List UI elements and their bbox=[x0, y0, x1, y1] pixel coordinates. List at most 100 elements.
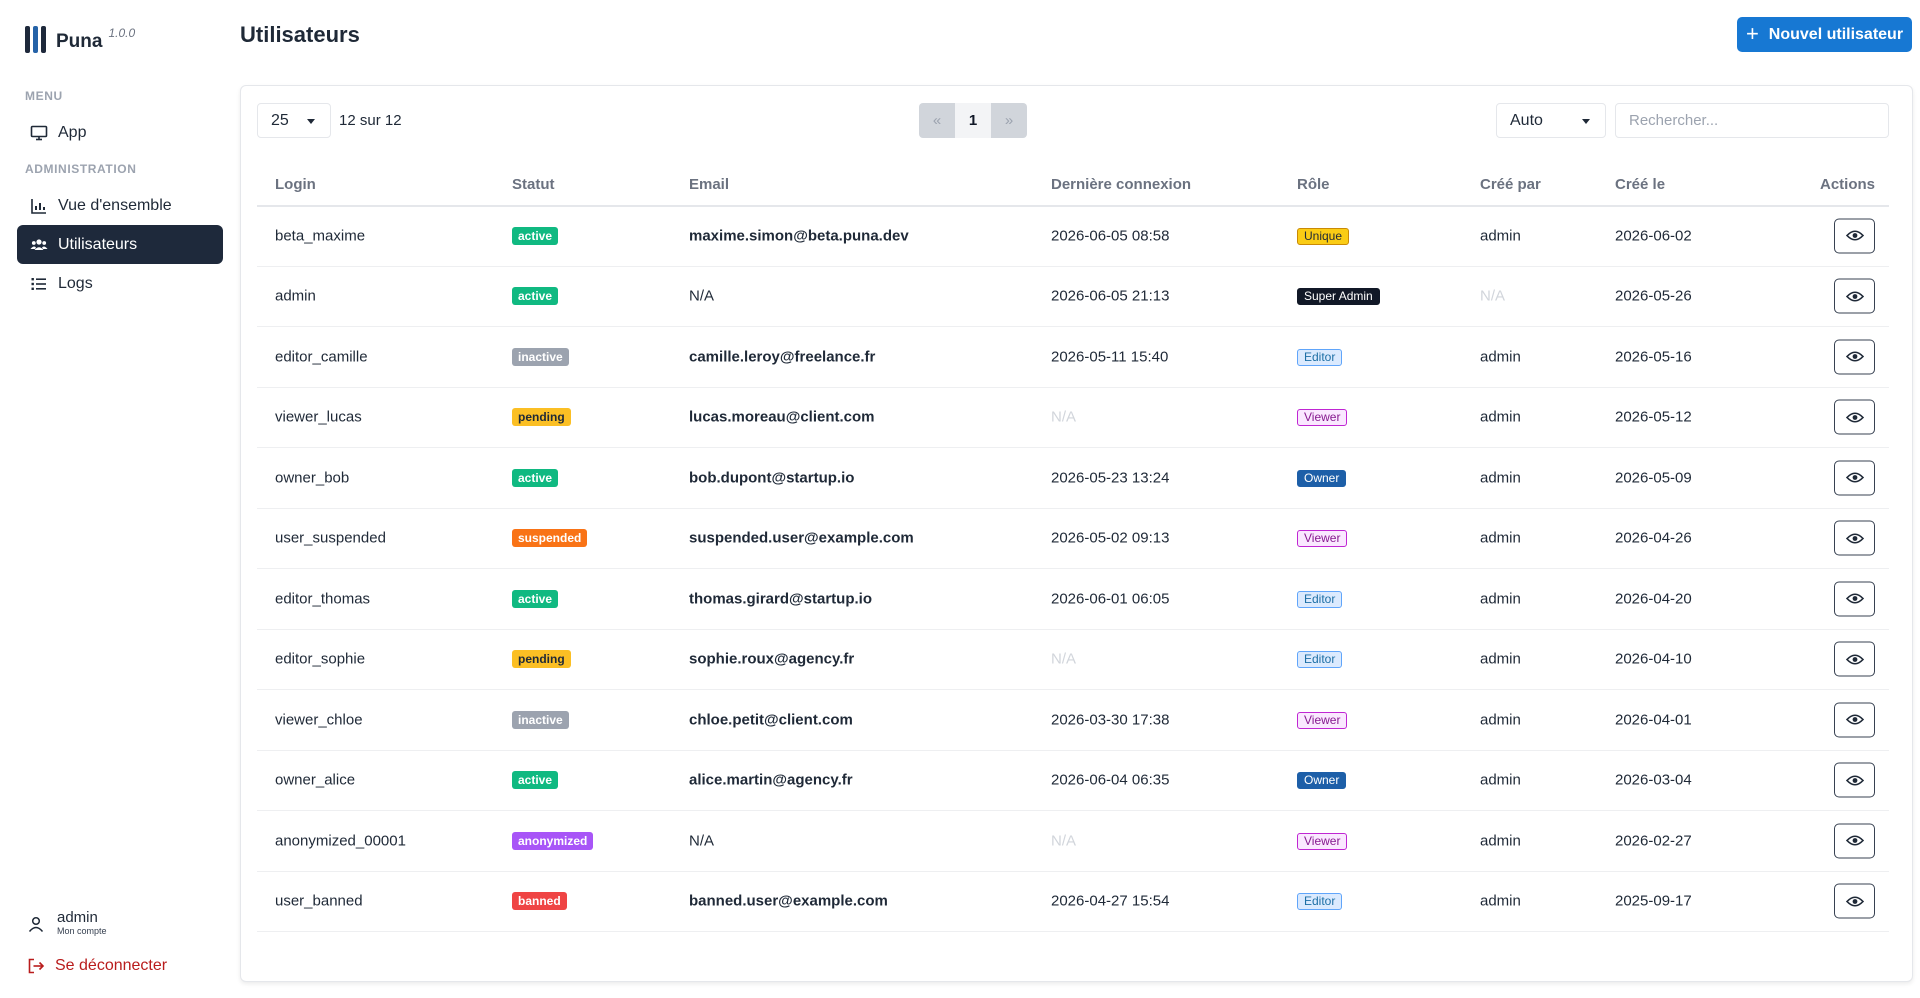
monitor-icon bbox=[30, 124, 48, 142]
column-header-email[interactable]: Email bbox=[689, 176, 729, 193]
page-1-button[interactable]: 1 bbox=[955, 103, 991, 138]
caret-down-icon bbox=[307, 119, 315, 124]
created-on-cell: 2026-05-16 bbox=[1615, 348, 1692, 366]
sidebar-item-overview[interactable]: Vue d'ensemble bbox=[17, 186, 223, 225]
eye-icon bbox=[1845, 654, 1864, 665]
admin-section-label: ADMINISTRATION bbox=[25, 162, 137, 176]
view-user-button[interactable] bbox=[1834, 520, 1875, 556]
created-on-cell: 2025-09-17 bbox=[1615, 892, 1692, 910]
previous-page-button[interactable]: « bbox=[919, 103, 955, 138]
view-user-button[interactable] bbox=[1834, 762, 1875, 798]
created-by-cell: admin bbox=[1480, 590, 1521, 608]
status-cell: inactive bbox=[512, 710, 569, 729]
email-cell: camille.leroy@freelance.fr bbox=[689, 348, 876, 366]
role-cell: Owner bbox=[1297, 771, 1347, 790]
result-count: 12 sur 12 bbox=[339, 112, 402, 129]
view-user-button[interactable] bbox=[1834, 399, 1875, 435]
view-user-button[interactable] bbox=[1834, 339, 1875, 375]
role-cell: Viewer bbox=[1297, 529, 1348, 548]
view-user-button[interactable] bbox=[1834, 641, 1875, 677]
created-on-cell: 2026-05-12 bbox=[1615, 408, 1692, 426]
role-cell: Editor bbox=[1297, 590, 1343, 608]
status-badge: inactive bbox=[512, 347, 569, 366]
new-user-button[interactable]: + Nouvel utilisateur bbox=[1737, 17, 1912, 52]
status-badge: active bbox=[512, 287, 559, 306]
last-login-cell: 2026-05-23 13:24 bbox=[1051, 469, 1170, 487]
column-header-status[interactable]: Statut bbox=[512, 176, 555, 193]
table-row: editor_thomas active thomas.girard@startup… bbox=[257, 569, 1889, 630]
logout-button[interactable]: Se déconnecter bbox=[27, 957, 167, 975]
sidebar-item-app[interactable]: App bbox=[17, 113, 223, 152]
column-header-last-login[interactable]: Dernière connexion bbox=[1051, 176, 1191, 193]
role-badge: Editor bbox=[1297, 348, 1343, 366]
view-user-button[interactable] bbox=[1834, 883, 1875, 919]
status-badge: active bbox=[512, 589, 559, 608]
per-page-value: 25 bbox=[271, 111, 289, 129]
column-header-created-on[interactable]: Créé le bbox=[1615, 176, 1665, 193]
login-cell: anonymized_00001 bbox=[275, 832, 406, 850]
table-row: viewer_lucas pending lucas.moreau@client.c… bbox=[257, 388, 1889, 448]
next-page-button[interactable]: » bbox=[991, 103, 1027, 138]
role-cell: Viewer bbox=[1297, 408, 1348, 427]
sidebar-item-users[interactable]: Utilisateurs bbox=[17, 225, 223, 264]
page-title: Utilisateurs bbox=[240, 22, 360, 47]
eye-icon bbox=[1845, 775, 1864, 786]
table-row: anonymized_00001 anonymized N/A N/A Viewer ad… bbox=[257, 811, 1889, 872]
last-login-cell: 2026-03-30 17:38 bbox=[1051, 711, 1170, 729]
email-cell: sophie.roux@agency.fr bbox=[689, 650, 855, 668]
brand[interactable]: Puna 1.0.0 bbox=[25, 26, 135, 53]
created-on-cell: 2026-05-26 bbox=[1615, 287, 1692, 305]
eye-icon bbox=[1845, 291, 1864, 302]
role-badge: Super Admin bbox=[1297, 288, 1380, 306]
login-cell: user_banned bbox=[275, 892, 363, 910]
status-badge: anonymized bbox=[512, 831, 594, 850]
created-on-cell: 2026-05-09 bbox=[1615, 469, 1692, 487]
login-cell: owner_bob bbox=[275, 469, 350, 487]
search-input[interactable] bbox=[1615, 103, 1889, 138]
role-badge: Editor bbox=[1297, 590, 1343, 608]
sidebar-item-label: Vue d'ensemble bbox=[58, 196, 172, 214]
column-header-role[interactable]: Rôle bbox=[1297, 176, 1330, 193]
view-user-button[interactable] bbox=[1834, 823, 1875, 859]
view-user-button[interactable] bbox=[1834, 460, 1875, 496]
view-user-button[interactable] bbox=[1834, 702, 1875, 738]
view-user-button[interactable] bbox=[1834, 278, 1875, 314]
account-link[interactable]: admin Mon compte bbox=[27, 910, 107, 937]
view-user-button[interactable] bbox=[1834, 218, 1875, 254]
last-login-cell: 2026-06-05 21:13 bbox=[1051, 287, 1170, 305]
created-by-cell: admin bbox=[1480, 650, 1521, 668]
created-by-cell: N/A bbox=[1480, 287, 1506, 305]
role-cell: Viewer bbox=[1297, 832, 1348, 850]
role-cell: Super Admin bbox=[1297, 287, 1380, 306]
login-cell: viewer_chloe bbox=[275, 711, 363, 729]
table-row: owner_bob active bob.dupont@startup.io 2026… bbox=[257, 448, 1889, 509]
last-login-cell: N/A bbox=[1051, 650, 1077, 668]
created-on-cell: 2026-04-20 bbox=[1615, 590, 1692, 608]
view-user-button[interactable] bbox=[1834, 581, 1875, 617]
last-login-cell: N/A bbox=[1051, 832, 1077, 850]
per-page-select[interactable]: 25 bbox=[257, 103, 331, 138]
logout-icon bbox=[27, 957, 45, 975]
table-row: viewer_chloe inactive chloe.petit@client.c… bbox=[257, 690, 1889, 751]
email-cell: N/A bbox=[689, 832, 715, 850]
column-header-login[interactable]: Login bbox=[275, 176, 316, 193]
email-cell: N/A bbox=[689, 287, 715, 305]
last-login-cell: 2026-05-02 09:13 bbox=[1051, 529, 1170, 547]
status-cell: pending bbox=[512, 408, 571, 427]
status-cell: active bbox=[512, 287, 559, 306]
role-cell: Editor bbox=[1297, 650, 1343, 669]
login-cell: viewer_lucas bbox=[275, 408, 362, 426]
created-by-cell: admin bbox=[1480, 348, 1521, 366]
sidebar-item-logs[interactable]: Logs bbox=[17, 264, 223, 303]
density-select[interactable]: Auto bbox=[1496, 103, 1606, 138]
login-cell: owner_alice bbox=[275, 771, 356, 789]
users-icon bbox=[30, 236, 48, 254]
status-cell: active bbox=[512, 468, 559, 487]
table-row: editor_camille inactive camille.leroy@free… bbox=[257, 327, 1889, 388]
created-by-cell: admin bbox=[1480, 529, 1521, 547]
eye-icon bbox=[1845, 412, 1864, 423]
column-header-created-by[interactable]: Créé par bbox=[1480, 176, 1541, 193]
email-cell: maxime.simon@beta.puna.dev bbox=[689, 227, 909, 245]
login-cell: editor_camille bbox=[275, 348, 368, 366]
status-cell: banned bbox=[512, 892, 567, 911]
